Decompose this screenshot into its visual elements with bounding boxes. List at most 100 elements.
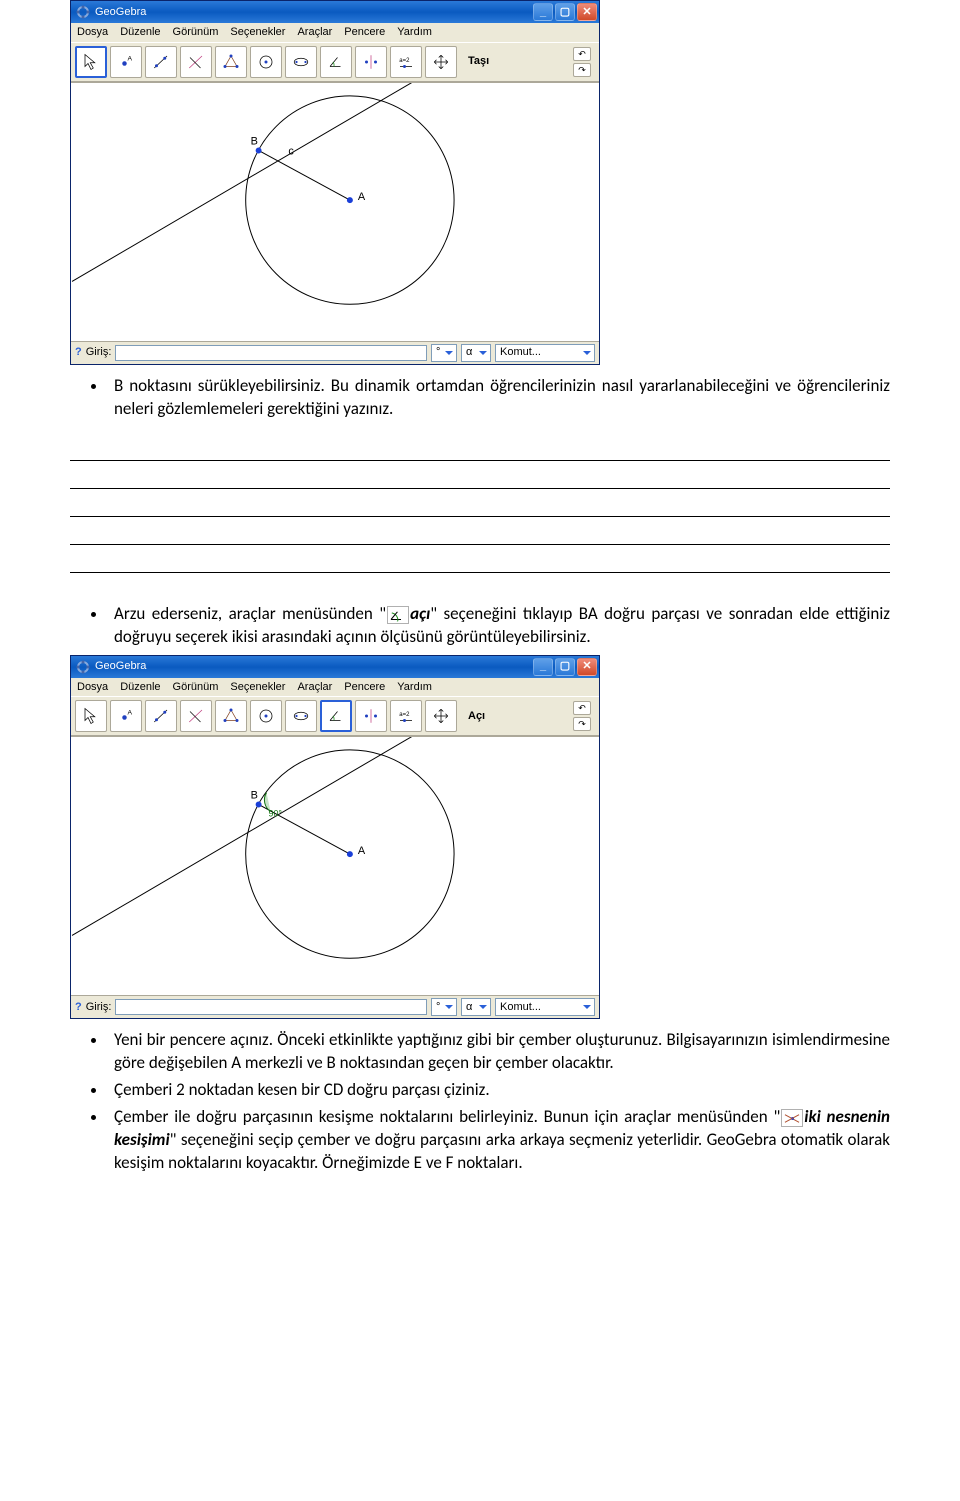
tool-perpendicular[interactable] — [180, 700, 212, 732]
maximize-button[interactable]: ▢ — [555, 658, 575, 676]
para-4: Çemberi 2 noktadan kesen bir CD doğru pa… — [114, 1079, 490, 1100]
tool-slider[interactable]: a=2 — [390, 700, 422, 732]
tool-slider[interactable]: a=2 — [390, 46, 422, 78]
svg-text:a=2: a=2 — [399, 712, 410, 718]
command-select[interactable]: Komut... — [495, 344, 595, 362]
menu-help[interactable]: Yardım — [397, 680, 432, 695]
bullet-list-2: Arzu ederseniz, araçlar menüsünden "açı"… — [70, 603, 890, 649]
minimize-button[interactable]: _ — [533, 658, 553, 676]
menu-options[interactable]: Seçenekler — [230, 680, 285, 695]
tool-move-view[interactable] — [425, 46, 457, 78]
para-5a: Çember ile doğru parçasının kesişme nokt… — [114, 1106, 780, 1127]
input-label: Giriş: — [86, 345, 112, 360]
menu-edit[interactable]: Düzenle — [120, 25, 160, 40]
svg-text:A: A — [128, 710, 133, 717]
menu-options[interactable]: Seçenekler — [230, 25, 285, 40]
drawing-canvas[interactable]: A B 90° — [71, 736, 599, 996]
help-icon[interactable]: ? — [75, 345, 82, 360]
menubar: Dosya Düzenle Görünüm Seçenekler Araçlar… — [71, 23, 599, 42]
menu-file[interactable]: Dosya — [77, 25, 108, 40]
redo-icon[interactable]: ↷ — [573, 63, 591, 77]
undo-icon[interactable]: ↶ — [573, 701, 591, 715]
para-2b: açı — [410, 603, 430, 624]
menu-edit[interactable]: Düzenle — [120, 680, 160, 695]
degree-select[interactable]: ° — [431, 998, 457, 1016]
menu-window[interactable]: Pencere — [344, 680, 385, 695]
bullet-list-3: Yeni bir pencere açınız. Önceki etkinlik… — [70, 1029, 890, 1175]
app-icon — [75, 659, 91, 675]
bullet-item: Çemberi 2 noktadan kesen bir CD doğru pa… — [108, 1079, 890, 1102]
app-icon — [75, 4, 91, 20]
undo-icon[interactable]: ↶ — [573, 47, 591, 61]
label-b: B — [251, 135, 258, 147]
angle-label: 90° — [269, 809, 283, 819]
degree-select[interactable]: ° — [431, 344, 457, 362]
intersect-icon — [781, 1109, 803, 1127]
toolbar: A a=2 Açı ↶ ↷ — [71, 696, 599, 736]
alpha-select[interactable]: α — [461, 998, 491, 1016]
close-button[interactable]: ✕ — [577, 3, 597, 21]
tool-move-view[interactable] — [425, 700, 457, 732]
tool-line[interactable] — [145, 700, 177, 732]
tool-point[interactable]: A — [110, 46, 142, 78]
label-b: B — [251, 790, 258, 802]
tool-label: Açı — [468, 709, 485, 724]
tool-move[interactable] — [75, 46, 107, 78]
minimize-button[interactable]: _ — [533, 3, 553, 21]
maximize-button[interactable]: ▢ — [555, 3, 575, 21]
drawing-canvas[interactable]: A B c — [71, 82, 599, 342]
bullet-item: B noktasını sürükleyebilirsiniz. Bu dina… — [108, 375, 890, 421]
bullet-item: Çember ile doğru parçasının kesişme nokt… — [108, 1106, 890, 1175]
menu-window[interactable]: Pencere — [344, 25, 385, 40]
label-c: c — [288, 145, 294, 157]
bullet-list-1: B noktasını sürükleyebilirsiniz. Bu dina… — [70, 375, 890, 421]
menubar: Dosya Düzenle Görünüm Seçenekler Araçlar… — [71, 678, 599, 697]
label-a: A — [358, 191, 366, 203]
tool-angle[interactable] — [320, 46, 352, 78]
menu-tools[interactable]: Araçlar — [297, 680, 332, 695]
alpha-select[interactable]: α — [461, 344, 491, 362]
command-select[interactable]: Komut... — [495, 998, 595, 1016]
redo-icon[interactable]: ↷ — [573, 717, 591, 731]
command-input[interactable] — [115, 345, 427, 361]
tool-point[interactable]: A — [110, 700, 142, 732]
tool-perpendicular[interactable] — [180, 46, 212, 78]
tool-polygon[interactable] — [215, 700, 247, 732]
blank-line — [70, 551, 890, 573]
titlebar: GeoGebra _ ▢ ✕ — [71, 1, 599, 23]
tool-circle[interactable] — [250, 46, 282, 78]
menu-tools[interactable]: Araçlar — [297, 25, 332, 40]
tool-move[interactable] — [75, 700, 107, 732]
command-input[interactable] — [115, 999, 427, 1015]
tool-angle[interactable] — [320, 700, 352, 732]
close-button[interactable]: ✕ — [577, 658, 597, 676]
svg-text:a=2: a=2 — [399, 58, 410, 64]
geogebra-window-1: GeoGebra _ ▢ ✕ Dosya Düzenle Görünüm Seç… — [70, 0, 600, 365]
bullet-item: Arzu ederseniz, araçlar menüsünden "açı"… — [108, 603, 890, 649]
tool-polygon[interactable] — [215, 46, 247, 78]
blank-line — [70, 495, 890, 517]
statusbar: ? Giriş: ° α Komut... — [71, 996, 599, 1018]
tool-conic[interactable] — [285, 700, 317, 732]
statusbar: ? Giriş: ° α Komut... — [71, 342, 599, 364]
window-title: GeoGebra — [95, 659, 531, 674]
tool-line[interactable] — [145, 46, 177, 78]
menu-file[interactable]: Dosya — [77, 680, 108, 695]
tool-conic[interactable] — [285, 46, 317, 78]
tool-reflect[interactable] — [355, 46, 387, 78]
page: GeoGebra _ ▢ ✕ Dosya Düzenle Görünüm Seç… — [0, 0, 960, 1241]
geogebra-window-2: GeoGebra _ ▢ ✕ Dosya Düzenle Görünüm Seç… — [70, 655, 600, 1020]
para-1: B noktasını sürükleyebilirsiniz. Bu dina… — [114, 375, 890, 419]
answer-blank-lines — [70, 439, 890, 573]
tool-reflect[interactable] — [355, 700, 387, 732]
input-label: Giriş: — [86, 1000, 112, 1015]
menu-help[interactable]: Yardım — [397, 25, 432, 40]
blank-line — [70, 439, 890, 461]
para-3: Yeni bir pencere açınız. Önceki etkinlik… — [114, 1029, 890, 1073]
help-icon[interactable]: ? — [75, 1000, 82, 1015]
menu-view[interactable]: Görünüm — [173, 680, 219, 695]
window-title: GeoGebra — [95, 5, 531, 20]
label-a: A — [358, 846, 366, 858]
menu-view[interactable]: Görünüm — [173, 25, 219, 40]
tool-circle[interactable] — [250, 700, 282, 732]
